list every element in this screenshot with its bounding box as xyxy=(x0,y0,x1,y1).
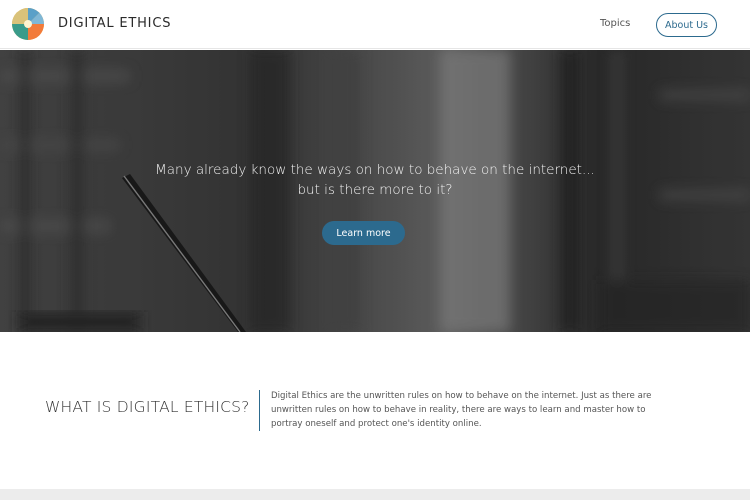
hero-headline: Many already know the ways on how to beh… xyxy=(0,160,750,200)
learn-more-button[interactable]: Learn more xyxy=(322,221,405,245)
section-title: WHAT IS DIGITAL ETHICS? xyxy=(45,398,250,416)
about-us-button[interactable]: About Us xyxy=(656,13,717,37)
brand-name[interactable]: DIGITAL ETHICS xyxy=(58,16,171,31)
nav-topics-link[interactable]: Topics xyxy=(600,18,630,29)
logo-icon[interactable] xyxy=(11,7,45,41)
hero-headline-line2: but is there more to it? xyxy=(297,182,453,198)
footer-strip xyxy=(0,489,750,500)
section-divider xyxy=(259,390,260,431)
section-body-text: Digital Ethics are the unwritten rules o… xyxy=(271,391,652,429)
hero-banner: Many already know the ways on how to beh… xyxy=(0,50,750,332)
site-header: DIGITAL ETHICS Topics About Us xyxy=(0,0,750,49)
hero-headline-line1: Many already know the ways on how to beh… xyxy=(155,162,595,178)
